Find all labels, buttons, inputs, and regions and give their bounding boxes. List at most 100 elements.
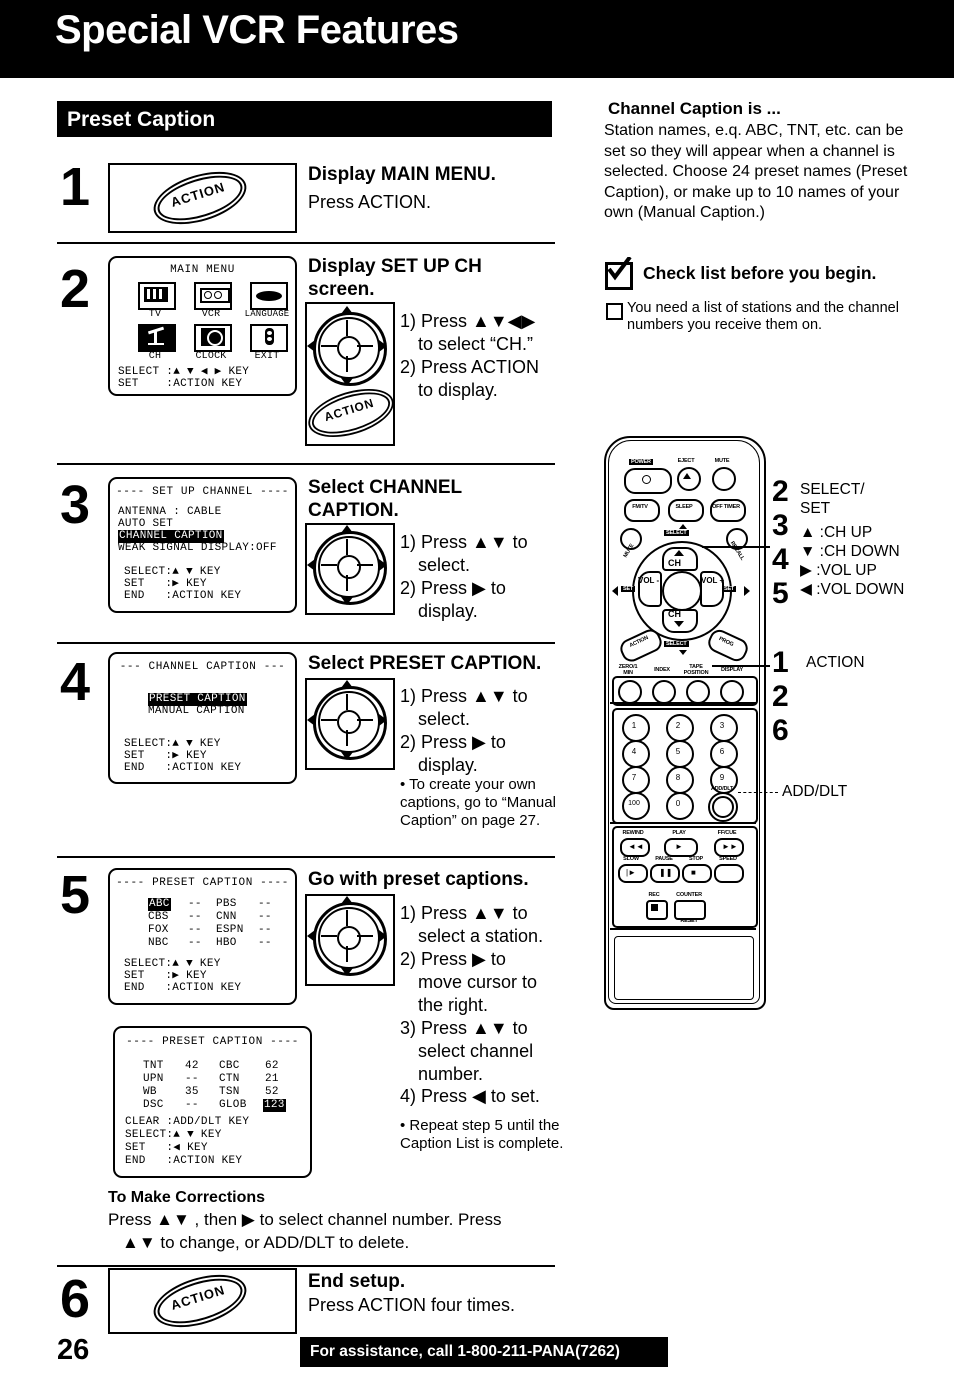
remote-key-3-label: 3 [719,721,725,730]
slow-icon: |► [626,868,636,877]
osd-pc1-r2-val2[interactable]: -- [258,924,272,937]
osd-pc2-footer-2: SELECT:▲ ▼ KEY [125,1129,222,1141]
remote-button-tape-position[interactable] [686,680,710,704]
check-list-item: You need a list of stations and the chan… [627,300,899,333]
osd-pc2-r1-val[interactable]: -- [185,1073,199,1086]
osd-pc1-r2-name2[interactable]: ESPN [216,924,244,937]
osd-pc2-footer-4: END :ACTION KEY [125,1155,243,1167]
osd-pc2-r3-name2[interactable]: GLOB [219,1099,247,1112]
menu-icon-language[interactable] [250,282,288,310]
pad-label-ch-up: CH [668,558,681,568]
step-5-instr-3b: select channel [418,1041,534,1061]
osd-pc2-r1-name[interactable]: UPN [143,1073,164,1086]
osd-pc2-r0-val2[interactable]: 62 [265,1060,279,1073]
osd-pc1-r1-val2[interactable]: -- [258,911,272,924]
step-2-instr-1: 1) Press ▲▼◀▶ [400,311,536,331]
step-2-instr-2b: to display. [418,380,498,400]
osd-pc2-r0-name2[interactable]: CBC [219,1060,240,1073]
osd-pc2-r0-val[interactable]: 42 [185,1060,199,1073]
check-list-heading: Check list before you begin. [643,263,877,283]
page-header-bar: Special VCR Features [0,0,954,78]
remote-button-fmtv[interactable] [624,499,660,522]
osd-main-menu-title: MAIN MENU [170,264,235,276]
osd-channel-caption-title: --- CHANNEL CAPTION --- [119,661,286,673]
remote-label-slow: SLOW [623,856,639,862]
pad-down-arrow-icon [674,621,684,627]
callout-adddlt-label: ADD/DLT [782,783,848,800]
step-4-illustration [305,678,395,770]
osd-pc2-r3-name[interactable]: DSC [143,1099,164,1112]
remote-key-6-label: 6 [719,747,725,756]
osd-pc2-r2-name2[interactable]: TSN [219,1086,240,1099]
osd-pc1-r2-name[interactable]: FOX [148,924,169,937]
menu-icon-vcr[interactable] [194,282,232,310]
osd-pc1-r2-val[interactable]: -- [188,924,202,937]
corrections-line-2: ▲▼ to change, or ADD/DLT to delete. [122,1233,410,1252]
callout-lead-select [702,546,770,548]
osd-pc2-r2-val2[interactable]: 52 [265,1086,279,1099]
step-1-heading: Display MAIN MENU. [308,164,496,185]
osd-pc2-r2-val[interactable]: 35 [185,1086,199,1099]
osd-pc2-r3-val2-selected[interactable]: 123 [263,1099,286,1112]
osd-pc2-r3-val[interactable]: -- [185,1099,199,1112]
eject-arrow-icon [683,473,691,479]
osd-pc1-r3-name2[interactable]: HBO [216,937,237,950]
checkbox-empty-icon[interactable] [606,303,623,320]
osd-pc1-r3-val2[interactable]: -- [258,937,272,950]
remote-button-stop[interactable] [682,864,712,883]
remote-button-display[interactable] [720,680,744,704]
step-1-body: Press ACTION. [308,192,432,212]
osd-pc2-r0-name[interactable]: TNT [143,1060,164,1073]
action-button-icon-step2: ACTION [302,379,400,447]
remote-direction-pad[interactable]: CH CH VOL - VOL + [632,541,732,641]
remote-label-ff: FF/CUE [717,830,737,836]
remote-button-eject[interactable] [677,467,701,491]
menu-label-vcr: VCR [201,309,221,320]
step-6-heading: End setup. [308,1271,406,1292]
remote-button-counter-reset[interactable] [674,900,706,920]
remote-button-zero[interactable] [618,680,642,704]
osd-pc1-r1-val[interactable]: -- [188,911,202,924]
osd-pc1-r0-val[interactable]: -- [188,898,202,911]
pad-label-vol-up: VOL + [701,576,725,585]
menu-icon-clock[interactable] [194,324,232,352]
osd-pc2-r2-name[interactable]: WB [143,1086,157,1099]
remote-label-eject: EJECT [677,458,695,464]
step-1-number: 1 [60,157,91,217]
remote-button-speed[interactable] [714,864,744,883]
callout-ch-up: ▲ :CH UP [800,524,873,541]
remote-label-mute: MUTE [714,458,730,464]
osd-pc1-r0-name[interactable]: ABC [148,898,171,911]
ff-icon: ►► [722,842,738,851]
osd-pc1-r3-val[interactable]: -- [188,937,202,950]
menu-icon-exit[interactable] [250,324,288,352]
remote-button-off-timer[interactable] [710,499,746,522]
menu-label-ch: CH [148,351,162,362]
divider-2 [57,463,555,465]
menu-icon-ch[interactable] [138,324,176,352]
right-heading: Channel Caption is ... [608,99,781,118]
step-1-illustration: ACTION [108,161,297,235]
step-4-instr-1: 1) Press ▲▼ to [400,686,528,706]
osd-pc1-r1-name2[interactable]: CNN [216,911,237,924]
remote-label-display: DISPLAY [721,667,743,673]
osd-pc2-r1-val2[interactable]: 21 [265,1073,279,1086]
osd-pc2-r1-name2[interactable]: CTN [219,1073,240,1086]
osd-pc1-r0-val2[interactable]: -- [258,898,272,911]
remote-button-sleep[interactable] [668,499,704,522]
osd-cc-line-2[interactable]: MANUAL CAPTION [148,705,245,718]
osd-setup-line-4[interactable]: WEAK SIGNAL DISPLAY:OFF [118,542,277,555]
step-5-instr-2b: move cursor to [418,972,538,992]
osd-pc1-r1-name[interactable]: CBS [148,911,169,924]
remote-button-mute[interactable] [712,467,736,491]
remote-key-7-label: 7 [631,773,637,782]
step-2-heading-line2: screen. [308,279,375,300]
osd-pc1-r0-name2[interactable]: PBS [216,898,237,911]
osd-pc1-r3-name[interactable]: NBC [148,937,169,950]
osd-main-menu-footer-2: SET :ACTION KEY [118,378,243,390]
menu-icon-tv[interactable] [138,282,176,310]
play-icon: ► [675,842,683,851]
callout-lead-action [712,665,770,667]
remote-button-index[interactable] [652,680,676,704]
osd-setup-footer-3: END :ACTION KEY [124,590,242,602]
